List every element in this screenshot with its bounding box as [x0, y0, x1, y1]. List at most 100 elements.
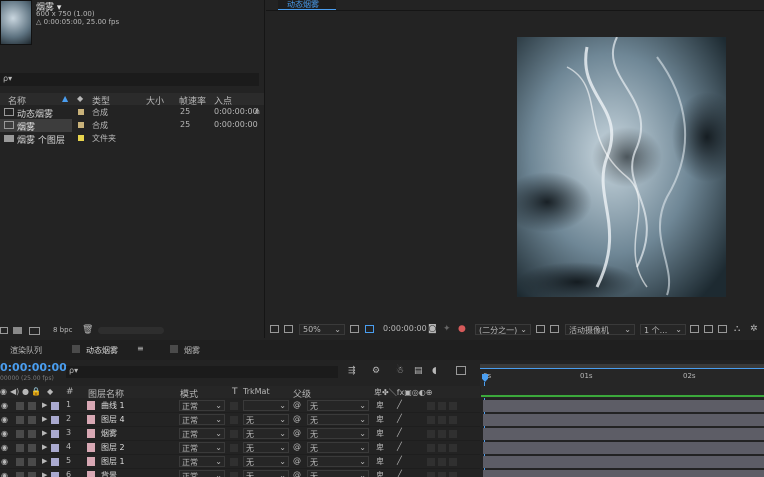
blend-mode-dropdown[interactable]: 正常 ⌄	[179, 442, 225, 453]
shy-switch-icon[interactable]: 卑	[376, 470, 384, 477]
pick-whip-icon[interactable]: @	[293, 456, 301, 465]
scrollbar[interactable]	[98, 327, 164, 334]
shy-switch-icon[interactable]: 卑	[376, 400, 384, 411]
quality-switch-icon[interactable]: ╱	[397, 400, 402, 409]
layer-duration-bar[interactable]	[483, 414, 764, 426]
preserve-transparency-toggle[interactable]	[230, 458, 238, 466]
viewer-tab[interactable]: 动态烟雾	[278, 0, 336, 10]
parent-dropdown[interactable]: 无 ⌄	[307, 456, 369, 467]
monitor-icon[interactable]	[284, 325, 293, 333]
zoom-dropdown[interactable]: 50% ⌄	[299, 324, 345, 335]
label-swatch[interactable]	[78, 122, 84, 128]
eye-icon[interactable]: ◉	[1, 443, 8, 452]
preserve-transparency-toggle[interactable]	[230, 416, 238, 424]
label-swatch[interactable]	[51, 416, 59, 424]
blend-mode-dropdown[interactable]: 正常 ⌄	[179, 414, 225, 425]
lock-toggle[interactable]	[28, 430, 36, 438]
expand-triangle-icon[interactable]: ▶	[42, 415, 47, 423]
switch-box[interactable]	[427, 444, 435, 452]
shy-switch-icon[interactable]: 卑	[376, 428, 384, 439]
flowchart-icon[interactable]: ⋔	[254, 107, 261, 116]
panel-divider[interactable]	[264, 0, 265, 338]
preserve-transparency-toggle[interactable]	[230, 444, 238, 452]
label-swatch[interactable]	[51, 402, 59, 410]
label-swatch[interactable]	[51, 444, 59, 452]
layer-name[interactable]: 烟雾	[101, 428, 117, 439]
switch-box[interactable]	[427, 430, 435, 438]
col-trkmat[interactable]: TrkMat	[243, 387, 270, 396]
eye-icon[interactable]: ◉	[1, 429, 8, 438]
eye-icon[interactable]: ◉	[1, 457, 8, 466]
always-preview-icon[interactable]	[270, 325, 279, 333]
viewer-timecode[interactable]: 0:00:00:00	[383, 324, 427, 333]
close-icon[interactable]	[170, 345, 178, 353]
views-dropdown[interactable]: 1 个... ⌄	[640, 324, 686, 335]
label-swatch[interactable]	[51, 472, 59, 477]
switch-box[interactable]	[449, 402, 457, 410]
quality-switch-icon[interactable]: ╱	[397, 428, 402, 437]
parent-dropdown[interactable]: 无 ⌄	[307, 400, 369, 411]
timeline-icon[interactable]	[704, 325, 713, 333]
layer-duration-bar[interactable]	[483, 428, 764, 440]
label-swatch[interactable]	[78, 135, 84, 141]
parent-dropdown[interactable]: 无 ⌄	[307, 442, 369, 453]
solo-toggle[interactable]	[16, 430, 24, 438]
lock-toggle[interactable]	[28, 472, 36, 477]
menu-icon[interactable]: ≡	[137, 344, 144, 353]
expand-triangle-icon[interactable]: ▶	[42, 471, 47, 477]
trkmat-dropdown[interactable]: 无 ⌄	[243, 442, 289, 453]
draft-3d-icon[interactable]: ⚙	[372, 366, 380, 376]
quality-switch-icon[interactable]: ╱	[397, 470, 402, 477]
project-item[interactable]: 烟雾 合成 25 0:00:00:00	[0, 119, 264, 133]
layer-name[interactable]: 背景	[101, 470, 117, 477]
layer-row[interactable]: ◉ ▶ 1 曲线 1 正常 ⌄ ⌄ @ 无 ⌄ 卑 ╱	[0, 399, 480, 413]
trkmat-dropdown[interactable]: 无 ⌄	[243, 428, 289, 439]
lock-toggle[interactable]	[28, 458, 36, 466]
solo-toggle[interactable]	[16, 472, 24, 477]
layer-name[interactable]: 图层 4	[101, 414, 125, 425]
solo-icon[interactable]: ●	[22, 387, 29, 396]
eye-icon[interactable]: ◉	[1, 415, 8, 424]
trkmat-dropdown[interactable]: 无 ⌄	[243, 414, 289, 425]
layer-name[interactable]: 图层 2	[101, 442, 125, 453]
switch-box[interactable]	[427, 402, 435, 410]
fast-preview-icon[interactable]	[690, 325, 699, 333]
switch-box[interactable]	[438, 472, 446, 477]
quality-switch-icon[interactable]: ╱	[397, 442, 402, 451]
solo-toggle[interactable]	[16, 402, 24, 410]
show-snapshot-icon[interactable]: ✦	[443, 324, 451, 334]
fit-icon[interactable]	[350, 325, 359, 333]
blend-mode-dropdown[interactable]: 正常 ⌄	[179, 456, 225, 467]
graph-editor-icon[interactable]	[456, 366, 466, 375]
eye-icon[interactable]: ◉	[0, 387, 7, 396]
label-tag-icon[interactable]: ◆	[77, 94, 83, 103]
switch-box[interactable]	[427, 458, 435, 466]
reset-exposure-icon[interactable]: ✲	[750, 324, 758, 334]
time-ruler[interactable]: 0s 01s 02s	[480, 364, 764, 386]
parent-dropdown[interactable]: 无 ⌄	[307, 414, 369, 425]
pick-whip-icon[interactable]: @	[293, 414, 301, 423]
region-of-interest-icon[interactable]	[365, 325, 374, 333]
trash-icon[interactable]: 🗑	[82, 325, 93, 335]
flowchart-icon[interactable]	[718, 325, 727, 333]
sort-asc-icon[interactable]: ▲	[62, 94, 68, 103]
label-swatch[interactable]	[51, 458, 59, 466]
camera-snapshot-icon[interactable]: ◙	[428, 324, 437, 334]
shy-switch-icon[interactable]: 卑	[376, 414, 384, 425]
switch-box[interactable]	[438, 444, 446, 452]
motion-blur-icon[interactable]: ◖	[432, 366, 437, 376]
comp-marker-icon[interactable]: ⇶	[348, 366, 356, 376]
tab-other-comp[interactable]: 烟雾	[184, 345, 200, 356]
trkmat-dropdown[interactable]: ⌄	[243, 400, 289, 411]
layer-row[interactable]: ◉ ▶ 6 背景 正常 ⌄ 无 ⌄ @ 无 ⌄ 卑 ╱	[0, 469, 480, 477]
composition-canvas[interactable]	[517, 37, 726, 297]
audio-icon[interactable]: ◀)	[10, 387, 19, 396]
solo-toggle[interactable]	[16, 444, 24, 452]
layer-name[interactable]: 图层 1	[101, 456, 125, 467]
layer-duration-bar[interactable]	[483, 400, 764, 412]
switch-box[interactable]	[438, 430, 446, 438]
switch-box[interactable]	[438, 402, 446, 410]
toggle-mask-icon[interactable]	[550, 325, 559, 333]
solo-toggle[interactable]	[16, 416, 24, 424]
close-icon[interactable]	[72, 345, 80, 353]
